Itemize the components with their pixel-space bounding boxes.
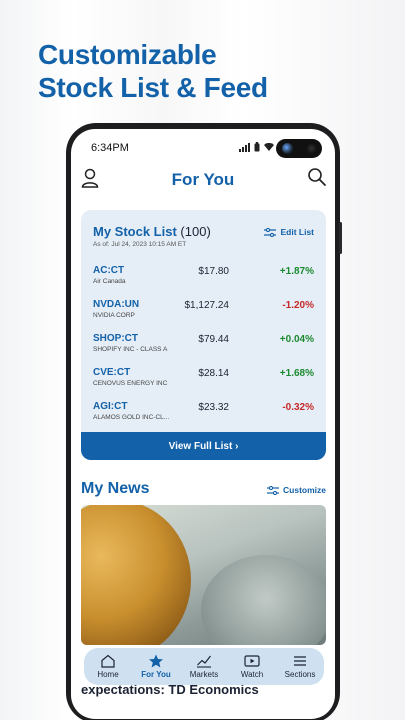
stock-list-title: My Stock List (100)	[93, 224, 211, 239]
stock-price: $1,127.24	[184, 300, 230, 311]
nav-label: Watch	[240, 670, 264, 679]
sliders-icon	[264, 227, 277, 237]
nav-markets[interactable]: Markets	[180, 654, 228, 679]
status-icons	[239, 142, 274, 152]
status-time: 6:34PM	[91, 142, 129, 154]
stock-change: +1.68%	[279, 368, 314, 379]
search-icon[interactable]	[307, 167, 327, 187]
news-section-title: My News	[81, 480, 150, 497]
stock-row[interactable]: SHOP:CT SHOPIFY INC - CLASS A $79.44 +0.…	[93, 330, 314, 364]
stock-row[interactable]: CVE:CT CENOVUS ENERGY INC $28.14 +1.68%	[93, 364, 314, 398]
stock-price: $23.32	[198, 402, 229, 413]
stock-name: NVIDIA CORP	[93, 312, 135, 319]
stock-list-card: My Stock List (100) As of: Jul 24, 2023 …	[81, 210, 326, 460]
phone-side-button	[339, 222, 342, 254]
app-header: For You	[71, 163, 335, 203]
stock-list-count: (100)	[180, 224, 211, 239]
nav-label: Markets	[189, 670, 219, 679]
nav-sections[interactable]: Sections	[276, 654, 324, 679]
phone-screen: 6:34PM For You My Stock List (100) As of…	[71, 129, 335, 719]
stock-name: CENOVUS ENERGY INC	[93, 380, 168, 387]
edit-list-label: Edit List	[280, 227, 314, 237]
customize-button[interactable]: Customize	[267, 485, 326, 495]
stock-change: -0.32%	[282, 402, 314, 413]
stock-price: $28.14	[198, 368, 229, 379]
page-title: For You	[171, 170, 235, 189]
news-image[interactable]	[81, 505, 326, 645]
stock-symbol: NVDA:UN	[93, 299, 140, 310]
coin-graphic	[81, 505, 191, 645]
nav-label: Home	[97, 670, 119, 679]
nav-home[interactable]: Home	[84, 654, 132, 679]
stock-rows: AC:CT Air Canada $17.80 +1.87% NVDA:UN N…	[93, 262, 314, 432]
wifi-icon	[264, 143, 274, 151]
stock-change: +0.04%	[279, 334, 314, 345]
menu-icon	[294, 656, 306, 666]
stock-name: SHOPIFY INC - CLASS A	[93, 346, 168, 353]
bottom-nav: Home For You Markets Watch Sections	[84, 648, 324, 685]
stock-symbol: AC:CT	[93, 265, 125, 276]
chart-icon	[197, 655, 211, 668]
signal-icon	[239, 142, 250, 152]
edit-list-button[interactable]: Edit List	[264, 227, 314, 237]
bill-portrait-graphic	[201, 555, 326, 645]
status-bar: 6:34PM	[71, 129, 335, 163]
stock-change: +1.87%	[279, 266, 314, 277]
star-icon	[149, 654, 163, 668]
stock-symbol: AGI:CT	[93, 401, 128, 412]
stock-name: Air Canada	[93, 278, 126, 285]
stock-list-title-text: My Stock List	[93, 224, 177, 239]
view-full-list-button[interactable]: View Full List ›	[81, 432, 326, 460]
customize-label: Customize	[283, 485, 326, 495]
nav-label: For You	[141, 670, 171, 679]
stock-symbol: SHOP:CT	[93, 333, 138, 344]
camera-cutout	[276, 139, 322, 158]
promo-headline-line2: Stock List & Feed	[38, 72, 268, 103]
stock-row[interactable]: AGI:CT ALAMOS GOLD INC-CL... $23.32 -0.3…	[93, 398, 314, 432]
home-icon	[101, 654, 115, 668]
stock-list-timestamp: As of: Jul 24, 2023 10:15 AM ET	[93, 241, 187, 248]
stock-change: -1.20%	[282, 300, 314, 311]
battery-icon	[254, 142, 260, 152]
nav-watch[interactable]: Watch	[228, 654, 276, 679]
nav-label: Sections	[284, 670, 316, 679]
stock-row[interactable]: NVDA:UN NVIDIA CORP $1,127.24 -1.20%	[93, 296, 314, 330]
stock-price: $79.44	[198, 334, 229, 345]
camera-sensor-icon	[306, 143, 317, 154]
camera-lens-icon	[282, 143, 293, 154]
promo-headline: Customizable Stock List & Feed	[38, 38, 268, 104]
stock-row[interactable]: AC:CT Air Canada $17.80 +1.87%	[93, 262, 314, 296]
nav-for-you[interactable]: For You	[132, 654, 180, 679]
stock-name: ALAMOS GOLD INC-CL...	[93, 414, 170, 421]
play-icon	[244, 655, 260, 667]
promo-headline-line1: Customizable	[38, 39, 217, 70]
sliders-icon	[267, 485, 280, 495]
stock-symbol: CVE:CT	[93, 367, 131, 378]
stock-price: $17.80	[198, 266, 229, 277]
